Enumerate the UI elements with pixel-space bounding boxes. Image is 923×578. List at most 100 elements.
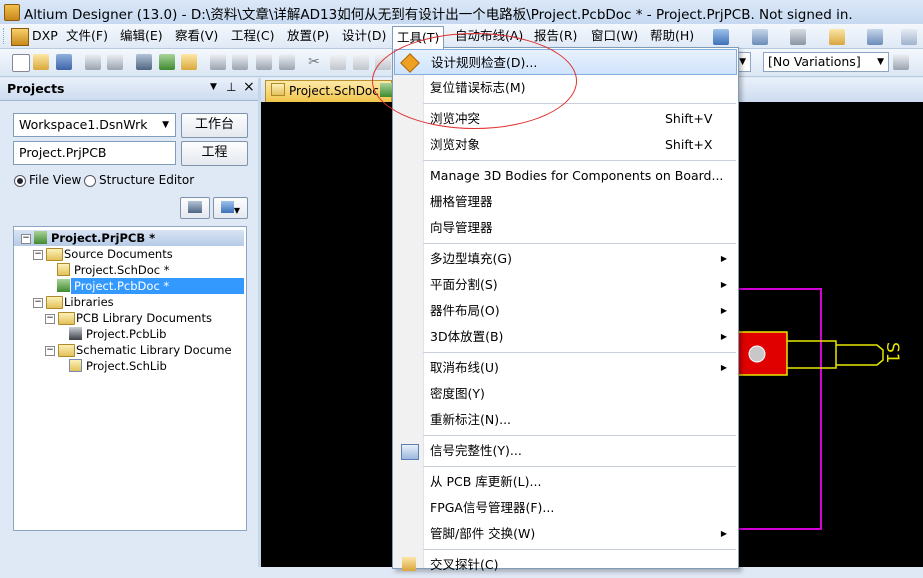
project-field[interactable]: Project.PrjPCB [13, 141, 176, 165]
workspace-button[interactable]: 工作台 [181, 113, 248, 138]
folder-icon [46, 248, 63, 261]
zoom-filter-icon[interactable] [279, 54, 295, 70]
print-preview-icon[interactable] [107, 54, 123, 70]
menu-item-pin-part-swapping[interactable]: 管脚/部件 交换(W) ▶ [394, 521, 737, 547]
menu-item-signal-integrity[interactable]: 信号完整性(Y)... [394, 438, 737, 464]
save-icon[interactable] [56, 54, 72, 70]
menu-item-grid-manager[interactable]: 栅格管理器 [394, 189, 737, 215]
schematic-doc-icon [57, 263, 70, 276]
tree-item-project[interactable]: Project.PrjPCB * [51, 230, 155, 246]
file-view-radio[interactable] [14, 175, 26, 187]
menu-item-manage-3d-bodies[interactable]: Manage 3D Bodies for Components on Board… [394, 163, 737, 189]
rubber-stamp-icon[interactable] [375, 54, 391, 70]
close-icon[interactable]: × [243, 79, 255, 95]
menu-bar: DXP 文件(F) 编辑(E) 察看(V) 工程(C) 放置(P) 设计(D) … [0, 24, 923, 49]
document-actions-button[interactable]: ▼ [213, 197, 248, 219]
folder-icon [58, 344, 75, 357]
pcb-project-icon [34, 231, 47, 244]
tree-item-source-documents[interactable]: Source Documents [64, 246, 173, 262]
menu-autoroute[interactable]: 自动布线(A) [451, 27, 527, 45]
tree-item-pcb-library-documents[interactable]: PCB Library Documents [76, 310, 212, 326]
schematic-doc-icon [271, 83, 285, 96]
menu-item-cross-probe[interactable]: 交叉探针(C) [394, 552, 737, 578]
menu-item-design-rule-check[interactable]: 设计规则检查(D)... [394, 49, 737, 75]
pcb-tab-icon[interactable] [380, 83, 392, 97]
panel-menu-icon[interactable]: ▼ [210, 82, 217, 92]
print-icon[interactable] [85, 54, 101, 70]
menubar-toolbar [705, 28, 918, 46]
window-title: Altium Designer (13.0) - D:\资料\文章\详解AD13… [24, 7, 853, 23]
zoom-selected-icon[interactable] [256, 54, 272, 70]
grid-icon[interactable] [901, 29, 917, 45]
tree-item-schlib[interactable]: Project.SchLib [86, 358, 167, 374]
menu-file[interactable]: 文件(F) [62, 27, 112, 45]
menu-item-density-map[interactable]: 密度图(Y) [394, 381, 737, 407]
tree-item-schematic-library-documents[interactable]: Schematic Library Docume [76, 342, 232, 358]
board-icon[interactable] [159, 54, 175, 70]
menubar-grip[interactable] [3, 28, 7, 44]
collapse-icon[interactable]: − [45, 314, 55, 324]
menu-item-browse-violations[interactable]: 浏览冲突 Shift+V [394, 106, 737, 132]
tree-item-pcbdoc[interactable]: Project.PcbDoc * [74, 278, 169, 294]
variations-combo[interactable]: [No Variations] ▼ [763, 52, 889, 72]
menu-tools[interactable]: 工具(T) [392, 26, 445, 49]
layers-icon[interactable] [867, 29, 883, 45]
menu-item-component-placement[interactable]: 器件布局(O) ▶ [394, 298, 737, 324]
tree-item-pcblib[interactable]: Project.PcbLib [86, 326, 166, 342]
menu-item-update-from-pcb-libraries[interactable]: 从 PCB 库更新(L)... [394, 469, 737, 495]
chevron-down-icon: ▼ [877, 57, 884, 67]
menu-item-reset-error-markers[interactable]: 复位错误标志(M) [394, 75, 737, 101]
workspace-select[interactable]: Workspace1.DsnWrk ▼ [13, 113, 176, 137]
paste-icon[interactable] [353, 54, 369, 70]
menu-item-reannotate[interactable]: 重新标注(N)... [394, 407, 737, 433]
variant-manager-icon[interactable] [893, 54, 909, 70]
collapse-icon[interactable]: − [21, 234, 31, 244]
menu-help[interactable]: 帮助(H) [646, 27, 698, 45]
menu-item-guide-manager[interactable]: 向导管理器 [394, 215, 737, 241]
menu-separator [423, 435, 736, 436]
menu-item-split-planes[interactable]: 平面分割(S) ▶ [394, 272, 737, 298]
filter-icon[interactable] [790, 29, 806, 45]
open-folder-icon[interactable] [33, 54, 49, 70]
pcb-doc-icon [57, 279, 70, 292]
component-icon[interactable] [181, 54, 197, 70]
project-options-button[interactable] [180, 197, 210, 219]
tree-item-schdoc[interactable]: Project.SchDoc * [74, 262, 170, 278]
tree-item-libraries[interactable]: Libraries [64, 294, 114, 310]
menu-place[interactable]: 放置(P) [283, 27, 333, 45]
menu-item-unroute[interactable]: 取消布线(U) ▶ [394, 355, 737, 381]
menu-reports[interactable]: 报告(R) [530, 27, 581, 45]
structure-editor-radio[interactable] [84, 175, 96, 187]
menu-window[interactable]: 窗口(W) [587, 27, 642, 45]
collapse-icon[interactable]: − [33, 250, 43, 260]
layer-combo-tail[interactable]: ▼ [737, 52, 751, 72]
menu-view[interactable]: 察看(V) [171, 27, 222, 45]
tab-schdoc[interactable]: Project.SchDoc * [265, 80, 392, 102]
layer-stack-icon[interactable] [136, 54, 152, 70]
sheet-icon[interactable] [713, 29, 729, 45]
pin-icon[interactable]: ⊥ [226, 80, 236, 94]
menu-item-fpga-signal-manager[interactable]: FPGA信号管理器(F)... [394, 495, 737, 521]
collapse-icon[interactable]: − [33, 298, 43, 308]
zoom-fit-icon[interactable] [210, 54, 226, 70]
new-document-icon[interactable] [12, 54, 30, 72]
menu-separator [423, 103, 736, 104]
menu-project[interactable]: 工程(C) [227, 27, 278, 45]
copy-icon[interactable] [330, 54, 346, 70]
menu-item-browse-objects[interactable]: 浏览对象 Shift+X [394, 132, 737, 158]
cross-probe-icon [402, 557, 416, 571]
project-tree: − Project.PrjPCB * − Source Documents Pr… [13, 226, 247, 531]
menu-item-3d-body-placement[interactable]: 3D体放置(B) ▶ [394, 324, 737, 350]
collapse-icon[interactable]: − [45, 346, 55, 356]
cut-icon[interactable]: ✂ [306, 54, 322, 70]
file-view-label: File View [29, 173, 82, 187]
structure-editor-label: Structure Editor [99, 173, 195, 187]
zoom-area-icon[interactable] [232, 54, 248, 70]
align-icon[interactable] [752, 29, 768, 45]
measure-icon[interactable] [829, 29, 845, 45]
menu-design[interactable]: 设计(D) [338, 27, 390, 45]
project-button[interactable]: 工程 [181, 141, 248, 166]
menu-dxp[interactable]: DXP [28, 27, 62, 45]
menu-item-polygon-pours[interactable]: 多边型填充(G) ▶ [394, 246, 737, 272]
menu-edit[interactable]: 编辑(E) [116, 27, 167, 45]
